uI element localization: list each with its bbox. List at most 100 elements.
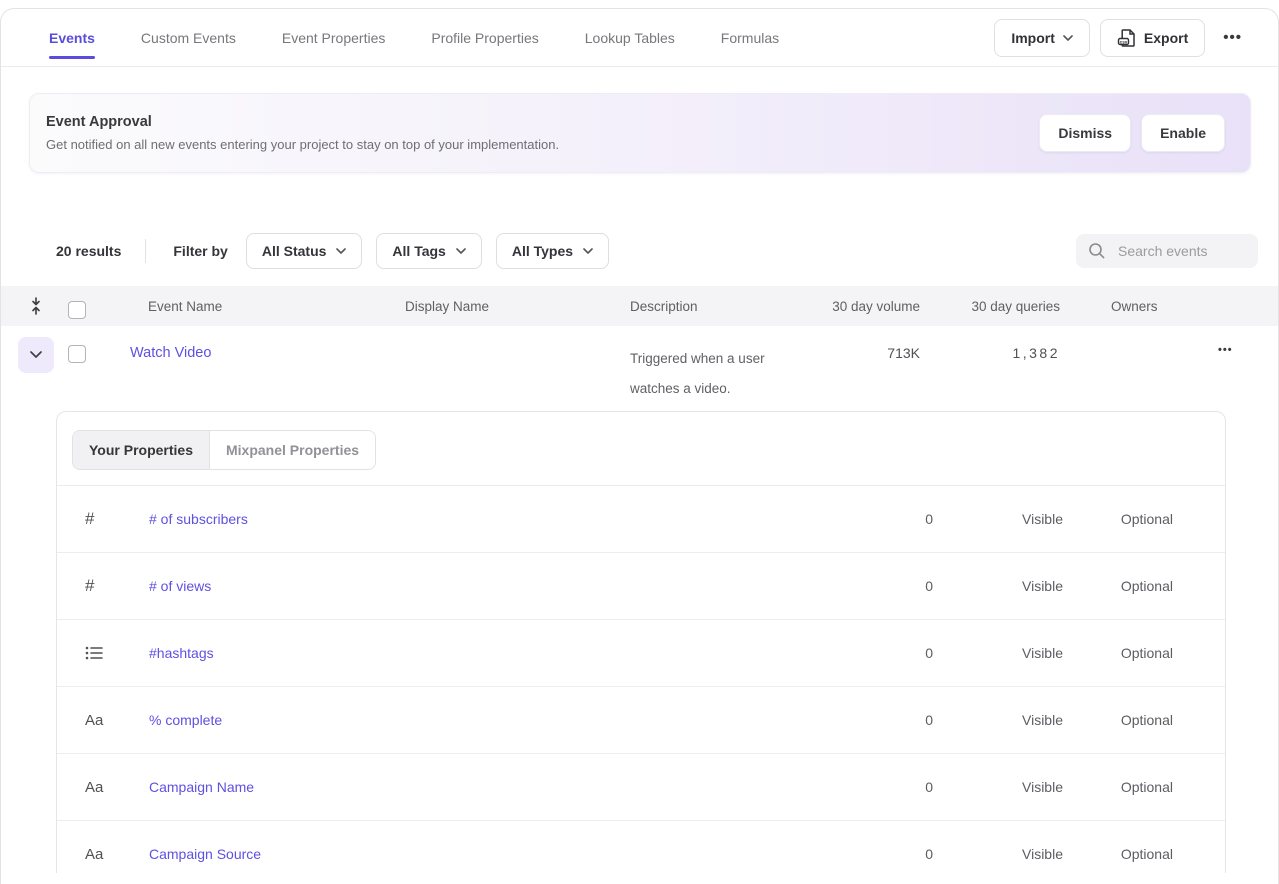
property-name-link[interactable]: % complete <box>149 712 833 728</box>
csv-file-icon: csv <box>1117 28 1136 48</box>
property-row: Aa Campaign Name 0 Visible Optional <box>57 754 1225 821</box>
column-header-event-name: Event Name <box>130 299 405 314</box>
tab-formulas[interactable]: Formulas <box>721 9 779 66</box>
event-row-watch-video: Watch Video Triggered when a user watche… <box>1 326 1278 398</box>
property-requirement[interactable]: Optional <box>1063 779 1173 795</box>
events-table-header: Event Name Display Name Description 30 d… <box>1 286 1278 326</box>
column-header-description: Description <box>630 299 820 314</box>
property-count: 0 <box>833 578 933 594</box>
search-events-box[interactable] <box>1076 234 1258 268</box>
property-visibility[interactable]: Visible <box>933 645 1063 661</box>
property-name-link[interactable]: # of subscribers <box>149 511 833 527</box>
all-tags-dropdown[interactable]: All Tags <box>376 233 481 269</box>
search-input[interactable] <box>1118 243 1248 259</box>
queries-cell: 1,382 <box>920 326 1060 361</box>
tab-lookup-tables[interactable]: Lookup Tables <box>585 9 675 66</box>
property-row: Aa Campaign Source 0 Visible Optional <box>57 821 1225 884</box>
banner-actions: Dismiss Enable <box>1039 114 1225 152</box>
event-name-link[interactable]: Watch Video <box>130 326 405 361</box>
more-options-icon[interactable]: ••• <box>1215 23 1250 52</box>
property-count: 0 <box>833 779 933 795</box>
row-more-options-icon[interactable]: ••• <box>1210 338 1241 362</box>
chevron-down-icon <box>1063 35 1073 41</box>
property-count: 0 <box>833 645 933 661</box>
tab-label: Custom Events <box>141 30 236 46</box>
event-approval-banner: Event Approval Get notified on all new e… <box>29 93 1251 173</box>
tab-label: Event Properties <box>282 30 386 46</box>
export-label: Export <box>1144 30 1188 46</box>
property-visibility[interactable]: Visible <box>933 578 1063 594</box>
property-requirement[interactable]: Optional <box>1063 645 1173 661</box>
properties-segmented-control: Your Properties Mixpanel Properties <box>72 430 376 470</box>
property-name-link[interactable]: # of views <box>149 578 833 594</box>
results-count: 20 results <box>56 243 121 259</box>
dismiss-button[interactable]: Dismiss <box>1039 114 1131 152</box>
tab-mixpanel-properties[interactable]: Mixpanel Properties <box>210 431 375 469</box>
tab-events[interactable]: Events <box>49 9 95 66</box>
property-requirement[interactable]: Optional <box>1063 712 1173 728</box>
tab-label: Events <box>49 30 95 46</box>
property-row: # # of subscribers 0 Visible Optional <box>57 486 1225 553</box>
dropdown-label: All Tags <box>392 243 445 259</box>
enable-button[interactable]: Enable <box>1141 114 1225 152</box>
property-name-link[interactable]: Campaign Source <box>149 846 833 862</box>
property-name-link[interactable]: Campaign Name <box>149 779 833 795</box>
property-visibility[interactable]: Visible <box>933 779 1063 795</box>
collapse-all-icon[interactable] <box>18 288 54 324</box>
description-line: Triggered when a user <box>630 344 820 374</box>
tab-label: Profile Properties <box>431 30 538 46</box>
property-requirement[interactable]: Optional <box>1063 511 1173 527</box>
import-button[interactable]: Import <box>994 19 1090 57</box>
column-header-owners: Owners <box>1060 299 1180 314</box>
property-row: Aa % complete 0 Visible Optional <box>57 687 1225 754</box>
volume-cell: 713K <box>820 326 920 361</box>
property-row: #hashtags 0 Visible Optional <box>57 620 1225 687</box>
property-visibility[interactable]: Visible <box>933 712 1063 728</box>
description-cell: Triggered when a user watches a video. <box>630 326 820 404</box>
dropdown-label: All Status <box>262 243 327 259</box>
select-all-checkbox[interactable] <box>68 301 86 319</box>
top-nav-actions: Import csv Export ••• <box>994 19 1250 57</box>
property-count: 0 <box>833 846 933 862</box>
tab-your-properties[interactable]: Your Properties <box>73 431 210 469</box>
import-label: Import <box>1011 30 1055 46</box>
collapse-row-chevron-icon[interactable] <box>18 337 54 373</box>
nav-tabs: Events Custom Events Event Properties Pr… <box>49 9 779 66</box>
lexicon-window: Events Custom Events Event Properties Pr… <box>0 8 1279 884</box>
property-count: 0 <box>833 511 933 527</box>
chevron-down-icon <box>583 248 593 254</box>
all-types-dropdown[interactable]: All Types <box>496 233 609 269</box>
all-status-dropdown[interactable]: All Status <box>246 233 363 269</box>
list-type-icon <box>85 645 149 661</box>
dropdown-label: All Types <box>512 243 573 259</box>
banner-description: Get notified on all new events entering … <box>46 137 559 152</box>
property-name-link[interactable]: #hashtags <box>149 645 833 661</box>
top-nav: Events Custom Events Event Properties Pr… <box>1 9 1278 67</box>
tab-profile-properties[interactable]: Profile Properties <box>431 9 538 66</box>
tab-custom-events[interactable]: Custom Events <box>141 9 236 66</box>
tab-event-properties[interactable]: Event Properties <box>282 9 386 66</box>
event-properties-panel: Your Properties Mixpanel Properties # # … <box>56 411 1226 873</box>
export-button[interactable]: csv Export <box>1100 19 1205 57</box>
row-checkbox[interactable] <box>68 345 86 363</box>
column-header-display-name: Display Name <box>405 299 630 314</box>
text-type-icon: Aa <box>85 779 149 796</box>
number-type-icon: # <box>85 576 149 596</box>
number-type-icon: # <box>85 509 149 529</box>
active-tab-underline <box>49 56 95 59</box>
property-count: 0 <box>833 712 933 728</box>
properties-tab-bar: Your Properties Mixpanel Properties <box>57 412 1225 486</box>
tab-label: Formulas <box>721 30 779 46</box>
filter-row: 20 results Filter by All Status All Tags… <box>1 233 1278 269</box>
chevron-down-icon <box>336 248 346 254</box>
search-icon <box>1088 242 1106 260</box>
property-visibility[interactable]: Visible <box>933 846 1063 862</box>
divider <box>145 239 146 263</box>
property-visibility[interactable]: Visible <box>933 511 1063 527</box>
filter-by-label: Filter by <box>173 243 227 259</box>
column-header-30-day-queries: 30 day queries <box>920 299 1060 314</box>
banner-title: Event Approval <box>46 114 559 130</box>
description-line: watches a video. <box>630 374 820 404</box>
property-requirement[interactable]: Optional <box>1063 846 1173 862</box>
property-requirement[interactable]: Optional <box>1063 578 1173 594</box>
